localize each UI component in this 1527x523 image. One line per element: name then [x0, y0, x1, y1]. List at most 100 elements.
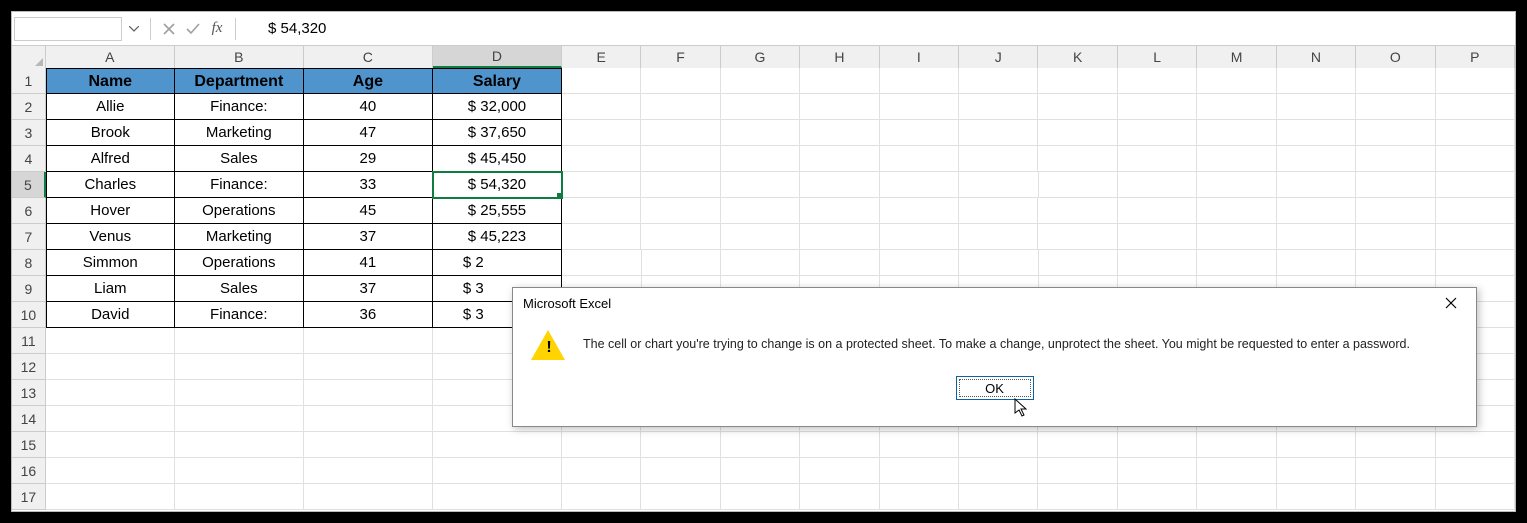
row-header[interactable]: 17 — [12, 484, 46, 510]
grid-cell[interactable] — [880, 198, 959, 224]
grid-cell[interactable] — [721, 458, 800, 484]
grid-cell[interactable] — [721, 146, 800, 172]
grid-cell[interactable] — [721, 432, 800, 458]
grid-cell[interactable]: $ 25,555 — [433, 198, 562, 224]
row-header[interactable]: 6 — [12, 198, 46, 224]
grid-cell[interactable] — [304, 380, 433, 406]
grid-cell[interactable] — [1356, 120, 1435, 146]
table-header-cell[interactable]: Name — [46, 68, 175, 94]
table-header-cell[interactable]: Salary — [433, 68, 562, 94]
grid-cell[interactable]: Venus — [46, 224, 175, 250]
row-header[interactable]: 3 — [12, 120, 46, 146]
grid-cell[interactable]: Charles — [46, 172, 175, 198]
grid-cell[interactable] — [1436, 484, 1515, 510]
grid-cell[interactable] — [1197, 432, 1276, 458]
column-header[interactable]: A — [46, 46, 175, 68]
grid-cell[interactable] — [1436, 250, 1515, 276]
column-header[interactable]: L — [1118, 46, 1197, 68]
grid-cell[interactable] — [1197, 224, 1276, 250]
grid-cell[interactable] — [1436, 172, 1515, 198]
row-header[interactable]: 4 — [12, 146, 46, 172]
grid-cell[interactable] — [1356, 146, 1435, 172]
grid-cell[interactable] — [880, 120, 959, 146]
grid-cell[interactable]: 41 — [304, 250, 433, 276]
grid-cell[interactable] — [562, 198, 641, 224]
grid-cell[interactable] — [1277, 68, 1356, 94]
grid-cell[interactable] — [1436, 432, 1515, 458]
grid-cell[interactable] — [721, 94, 800, 120]
grid-cell[interactable] — [1356, 458, 1435, 484]
grid-cell[interactable] — [1277, 432, 1356, 458]
grid-cell[interactable] — [880, 94, 959, 120]
grid-cell[interactable] — [304, 484, 433, 510]
select-all-corner[interactable] — [12, 46, 46, 68]
grid-cell[interactable] — [1038, 484, 1117, 510]
grid-cell[interactable] — [1118, 484, 1197, 510]
grid-cell[interactable] — [1197, 172, 1276, 198]
grid-cell[interactable] — [721, 68, 800, 94]
column-header[interactable]: O — [1356, 46, 1435, 68]
grid-cell[interactable]: Simmon — [46, 250, 175, 276]
grid-cell[interactable] — [880, 250, 959, 276]
row-header[interactable]: 12 — [12, 354, 46, 380]
row-header[interactable]: 8 — [12, 250, 46, 276]
row-header[interactable]: 15 — [12, 432, 46, 458]
row-header[interactable]: 14 — [12, 406, 46, 432]
grid-cell[interactable] — [46, 328, 175, 354]
grid-cell[interactable] — [959, 120, 1038, 146]
grid-cell[interactable] — [1038, 146, 1117, 172]
grid-cell[interactable] — [175, 354, 304, 380]
grid-cell[interactable] — [433, 432, 562, 458]
grid-cell[interactable] — [959, 458, 1038, 484]
grid-cell[interactable] — [1197, 484, 1276, 510]
grid-cell[interactable]: Finance: — [175, 172, 304, 198]
grid-cell[interactable] — [562, 224, 641, 250]
row-header[interactable]: 16 — [12, 458, 46, 484]
grid-cell[interactable] — [641, 458, 720, 484]
column-header[interactable]: M — [1197, 46, 1276, 68]
grid-cell[interactable] — [641, 172, 720, 198]
grid-cell[interactable] — [880, 458, 959, 484]
grid-cell[interactable] — [1197, 68, 1276, 94]
grid-cell[interactable] — [1436, 120, 1515, 146]
grid-cell[interactable]: Hover — [46, 198, 175, 224]
grid-cell[interactable] — [175, 380, 304, 406]
grid-cell[interactable] — [46, 354, 175, 380]
grid-cell[interactable]: $ 45,450 — [433, 146, 562, 172]
grid-cell[interactable] — [641, 146, 720, 172]
table-header-cell[interactable]: Age — [304, 68, 433, 94]
grid-cell[interactable] — [800, 458, 879, 484]
grid-cell[interactable] — [562, 94, 641, 120]
grid-cell[interactable] — [1118, 224, 1197, 250]
row-header[interactable]: 2 — [12, 94, 46, 120]
grid-cell[interactable] — [1277, 146, 1356, 172]
grid-cell[interactable] — [1277, 198, 1356, 224]
grid-cell[interactable] — [880, 432, 959, 458]
grid-cell[interactable] — [1356, 484, 1435, 510]
grid-cell[interactable] — [175, 458, 304, 484]
grid-cell[interactable] — [641, 198, 720, 224]
grid-cell[interactable] — [433, 484, 562, 510]
row-header[interactable]: 10 — [12, 302, 46, 328]
grid-cell[interactable] — [1038, 94, 1117, 120]
grid-cell[interactable] — [641, 224, 720, 250]
grid-cell[interactable] — [1038, 432, 1117, 458]
grid-cell[interactable] — [880, 146, 959, 172]
grid-cell[interactable] — [721, 250, 800, 276]
grid-cell[interactable]: $ 54,320 — [433, 172, 562, 198]
grid-cell[interactable]: 33 — [304, 172, 433, 198]
grid-cell[interactable] — [1197, 198, 1276, 224]
grid-cell[interactable] — [1118, 458, 1197, 484]
grid-cell[interactable] — [46, 458, 175, 484]
grid-cell[interactable] — [880, 224, 959, 250]
grid-cell[interactable] — [562, 432, 641, 458]
grid-cell[interactable] — [1118, 432, 1197, 458]
row-header[interactable]: 5 — [12, 172, 46, 198]
grid-cell[interactable] — [959, 94, 1038, 120]
grid-cell[interactable] — [641, 484, 720, 510]
grid-cell[interactable] — [721, 172, 800, 198]
grid-cell[interactable] — [1277, 224, 1356, 250]
grid-cell[interactable]: $ 37,650 — [433, 120, 562, 146]
grid-cell[interactable] — [175, 432, 304, 458]
grid-cell[interactable] — [1356, 172, 1435, 198]
